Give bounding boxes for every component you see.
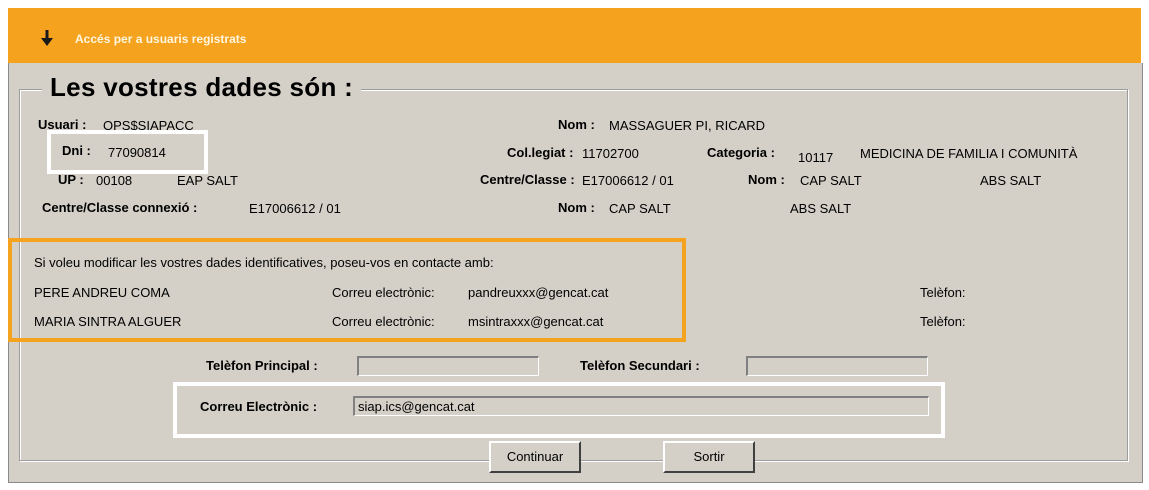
contact-name-2: MARIA SINTRA ALGUER	[34, 314, 182, 329]
categoria-label: Categoria :	[707, 145, 775, 160]
centre-classe-connexio-value: E17006612 / 01	[249, 201, 341, 216]
tel-principal-label: Telèfon Principal :	[206, 358, 318, 373]
tel-principal-input[interactable]	[357, 356, 539, 376]
contact-name-1: PERE ANDREU COMA	[34, 285, 170, 300]
categoria-name: MEDICINA DE FAMILIA I COMUNITÀ	[860, 146, 1078, 161]
dni-label: Dni :	[62, 143, 91, 158]
dni-value: 77090814	[108, 145, 166, 160]
tel-secundari-label: Telèfon Secundari :	[580, 358, 700, 373]
centre-classe-label: Centre/Classe :	[480, 172, 575, 187]
exit-button[interactable]: Sortir	[663, 441, 755, 473]
categoria-code: 10117	[798, 150, 834, 165]
email-input[interactable]	[353, 396, 929, 416]
nom2-label: Nom :	[748, 172, 785, 187]
nom3-value: CAP SALT	[609, 201, 671, 216]
contact-intro: Si voleu modificar les vostres dades ide…	[34, 255, 494, 270]
contact-phone-label-2: Telèfon:	[920, 314, 966, 329]
centre-classe-value: E17006612 / 01	[582, 173, 674, 188]
continue-button[interactable]: Continuar	[489, 441, 581, 473]
centre-classe-connexio-label: Centre/Classe connexió :	[42, 200, 198, 215]
nom3-label: Nom :	[558, 200, 595, 215]
section-legend: Les vostres dades són :	[42, 72, 362, 103]
header-bar: Accés per a usuaris registrats	[8, 8, 1141, 63]
nom2-value: CAP SALT	[800, 173, 862, 188]
nom-label: Nom :	[558, 117, 595, 132]
nom3-abs: ABS SALT	[790, 201, 852, 216]
contact-email-label-1: Correu electrònic:	[332, 285, 435, 300]
contact-phone-label-1: Telèfon:	[920, 285, 966, 300]
nom2-abs: ABS SALT	[980, 173, 1042, 188]
col-legiat-value: 11702700	[582, 146, 639, 161]
correu-electronic-label: Correu Electrònic :	[200, 399, 318, 414]
down-arrow-icon	[41, 30, 53, 46]
contact-email-label-2: Correu electrònic:	[332, 314, 435, 329]
up-name: EAP SALT	[177, 173, 238, 188]
contact-email-2[interactable]: msintraxxx@gencat.cat	[468, 314, 603, 329]
col-legiat-label: Col.legiat :	[507, 145, 574, 160]
tel-secundari-input[interactable]	[746, 356, 928, 376]
header-title[interactable]: Accés per a usuaris registrats	[75, 32, 246, 46]
nom-value: MASSAGUER PI, RICARD	[609, 118, 766, 133]
up-label: UP :	[58, 172, 84, 187]
up-value: 00108	[96, 173, 133, 188]
contact-email-1[interactable]: pandreuxxx@gencat.cat	[468, 285, 608, 300]
